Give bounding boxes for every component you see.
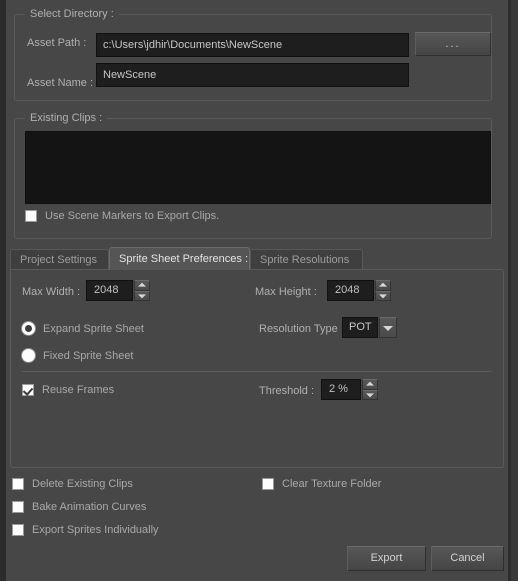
tab-sprite-sheet-preferences-label: Sprite Sheet Preferences : bbox=[119, 253, 249, 265]
fixed-sprite-sheet-radio-row[interactable]: Fixed Sprite Sheet bbox=[22, 349, 134, 362]
dialog-left-edge bbox=[0, 0, 6, 581]
max-height-decrement-button[interactable] bbox=[375, 290, 391, 301]
threshold-spinner[interactable]: 2 % bbox=[321, 379, 378, 400]
export-sprites-individually-label: Export Sprites Individually bbox=[32, 524, 159, 536]
max-width-decrement-button[interactable] bbox=[134, 290, 150, 301]
tab-sprite-sheet-preferences[interactable]: Sprite Sheet Preferences : bbox=[109, 247, 250, 270]
threshold-input[interactable]: 2 % bbox=[321, 379, 361, 400]
chevron-down-icon bbox=[138, 294, 146, 299]
fixed-sprite-sheet-radio[interactable] bbox=[22, 349, 35, 362]
bake-animation-curves-label: Bake Animation Curves bbox=[32, 501, 147, 513]
cancel-button-label: Cancel bbox=[450, 552, 485, 564]
delete-existing-clips-label: Delete Existing Clips bbox=[32, 478, 133, 490]
existing-clips-list[interactable] bbox=[25, 131, 491, 204]
chevron-up-icon bbox=[138, 282, 146, 287]
dialog-right-edge-shadow bbox=[508, 0, 511, 581]
max-height-spinner[interactable]: 2048 bbox=[327, 280, 391, 301]
chevron-up-icon bbox=[379, 282, 387, 287]
tab-project-settings[interactable]: Project Settings bbox=[10, 249, 109, 269]
delete-existing-clips-checkbox-row[interactable]: Delete Existing Clips bbox=[12, 478, 133, 490]
delete-existing-clips-checkbox[interactable] bbox=[12, 478, 24, 490]
existing-clips-group-label: Existing Clips : bbox=[25, 112, 108, 124]
fixed-sprite-sheet-label: Fixed Sprite Sheet bbox=[43, 349, 134, 362]
max-width-spinner[interactable]: 2048 bbox=[86, 280, 150, 301]
resolution-type-value[interactable]: POT bbox=[342, 317, 378, 338]
chevron-down-icon bbox=[379, 294, 387, 299]
expand-sprite-sheet-radio[interactable] bbox=[22, 322, 35, 335]
use-scene-markers-label: Use Scene Markers to Export Clips. bbox=[45, 210, 220, 222]
resolution-type-label: Resolution Type bbox=[259, 323, 338, 335]
chevron-up-icon bbox=[366, 381, 374, 386]
asset-name-input[interactable]: NewScene bbox=[96, 63, 409, 87]
max-height-spinner-buttons bbox=[375, 280, 391, 301]
export-sprites-individually-checkbox-row[interactable]: Export Sprites Individually bbox=[12, 524, 159, 536]
expand-sprite-sheet-label: Expand Sprite Sheet bbox=[43, 322, 144, 335]
max-width-label: Max Width : bbox=[22, 286, 81, 298]
sprite-sheet-preferences-panel bbox=[10, 269, 504, 468]
max-width-spinner-buttons bbox=[134, 280, 150, 301]
bake-animation-curves-checkbox[interactable] bbox=[12, 501, 24, 513]
threshold-label: Threshold : bbox=[259, 385, 315, 397]
use-scene-markers-checkbox[interactable] bbox=[25, 210, 37, 222]
clear-texture-folder-label: Clear Texture Folder bbox=[282, 478, 382, 490]
reuse-frames-checkbox-row[interactable]: Reuse Frames bbox=[22, 384, 114, 396]
asset-path-label: Asset Path : bbox=[27, 37, 87, 49]
resolution-type-dropdown-button[interactable] bbox=[379, 317, 397, 338]
reuse-frames-checkbox[interactable] bbox=[22, 384, 34, 396]
export-sprites-individually-checkbox[interactable] bbox=[12, 524, 24, 536]
chevron-down-icon bbox=[383, 325, 393, 331]
threshold-spinner-buttons bbox=[362, 379, 378, 400]
threshold-decrement-button[interactable] bbox=[362, 389, 378, 400]
asset-name-label: Asset Name : bbox=[27, 77, 94, 89]
preferences-separator bbox=[22, 371, 492, 372]
tab-sprite-resolutions[interactable]: Sprite Resolutions bbox=[250, 249, 363, 269]
use-scene-markers-checkbox-row[interactable]: Use Scene Markers to Export Clips. bbox=[25, 210, 219, 222]
max-height-label: Max Height : bbox=[255, 286, 317, 298]
browse-asset-path-button[interactable]: ... bbox=[415, 32, 491, 56]
chevron-down-icon bbox=[366, 393, 374, 398]
max-height-input[interactable]: 2048 bbox=[327, 280, 374, 301]
max-width-input[interactable]: 2048 bbox=[86, 280, 133, 301]
tab-project-settings-label: Project Settings bbox=[20, 254, 98, 266]
export-button[interactable]: Export bbox=[347, 546, 426, 571]
bake-animation-curves-checkbox-row[interactable]: Bake Animation Curves bbox=[12, 501, 146, 513]
reuse-frames-label: Reuse Frames bbox=[42, 384, 115, 396]
max-height-increment-button[interactable] bbox=[375, 280, 391, 291]
clear-texture-folder-checkbox-row[interactable]: Clear Texture Folder bbox=[262, 478, 381, 490]
max-width-increment-button[interactable] bbox=[134, 280, 150, 291]
threshold-increment-button[interactable] bbox=[362, 379, 378, 390]
cancel-button[interactable]: Cancel bbox=[431, 546, 504, 571]
asset-path-input[interactable]: c:\Users\jdhir\Documents\NewScene bbox=[96, 33, 409, 57]
tab-sprite-resolutions-label: Sprite Resolutions bbox=[260, 254, 350, 266]
resolution-type-combobox[interactable]: POT bbox=[342, 317, 397, 338]
select-directory-group-label: Select Directory : bbox=[25, 8, 119, 20]
export-sprite-sheet-dialog: Select Directory : Asset Path : c:\Users… bbox=[0, 0, 518, 581]
export-button-label: Export bbox=[370, 552, 403, 564]
clear-texture-folder-checkbox[interactable] bbox=[262, 478, 274, 490]
ellipsis-icon: ... bbox=[445, 38, 461, 50]
expand-sprite-sheet-radio-row[interactable]: Expand Sprite Sheet bbox=[22, 322, 144, 335]
